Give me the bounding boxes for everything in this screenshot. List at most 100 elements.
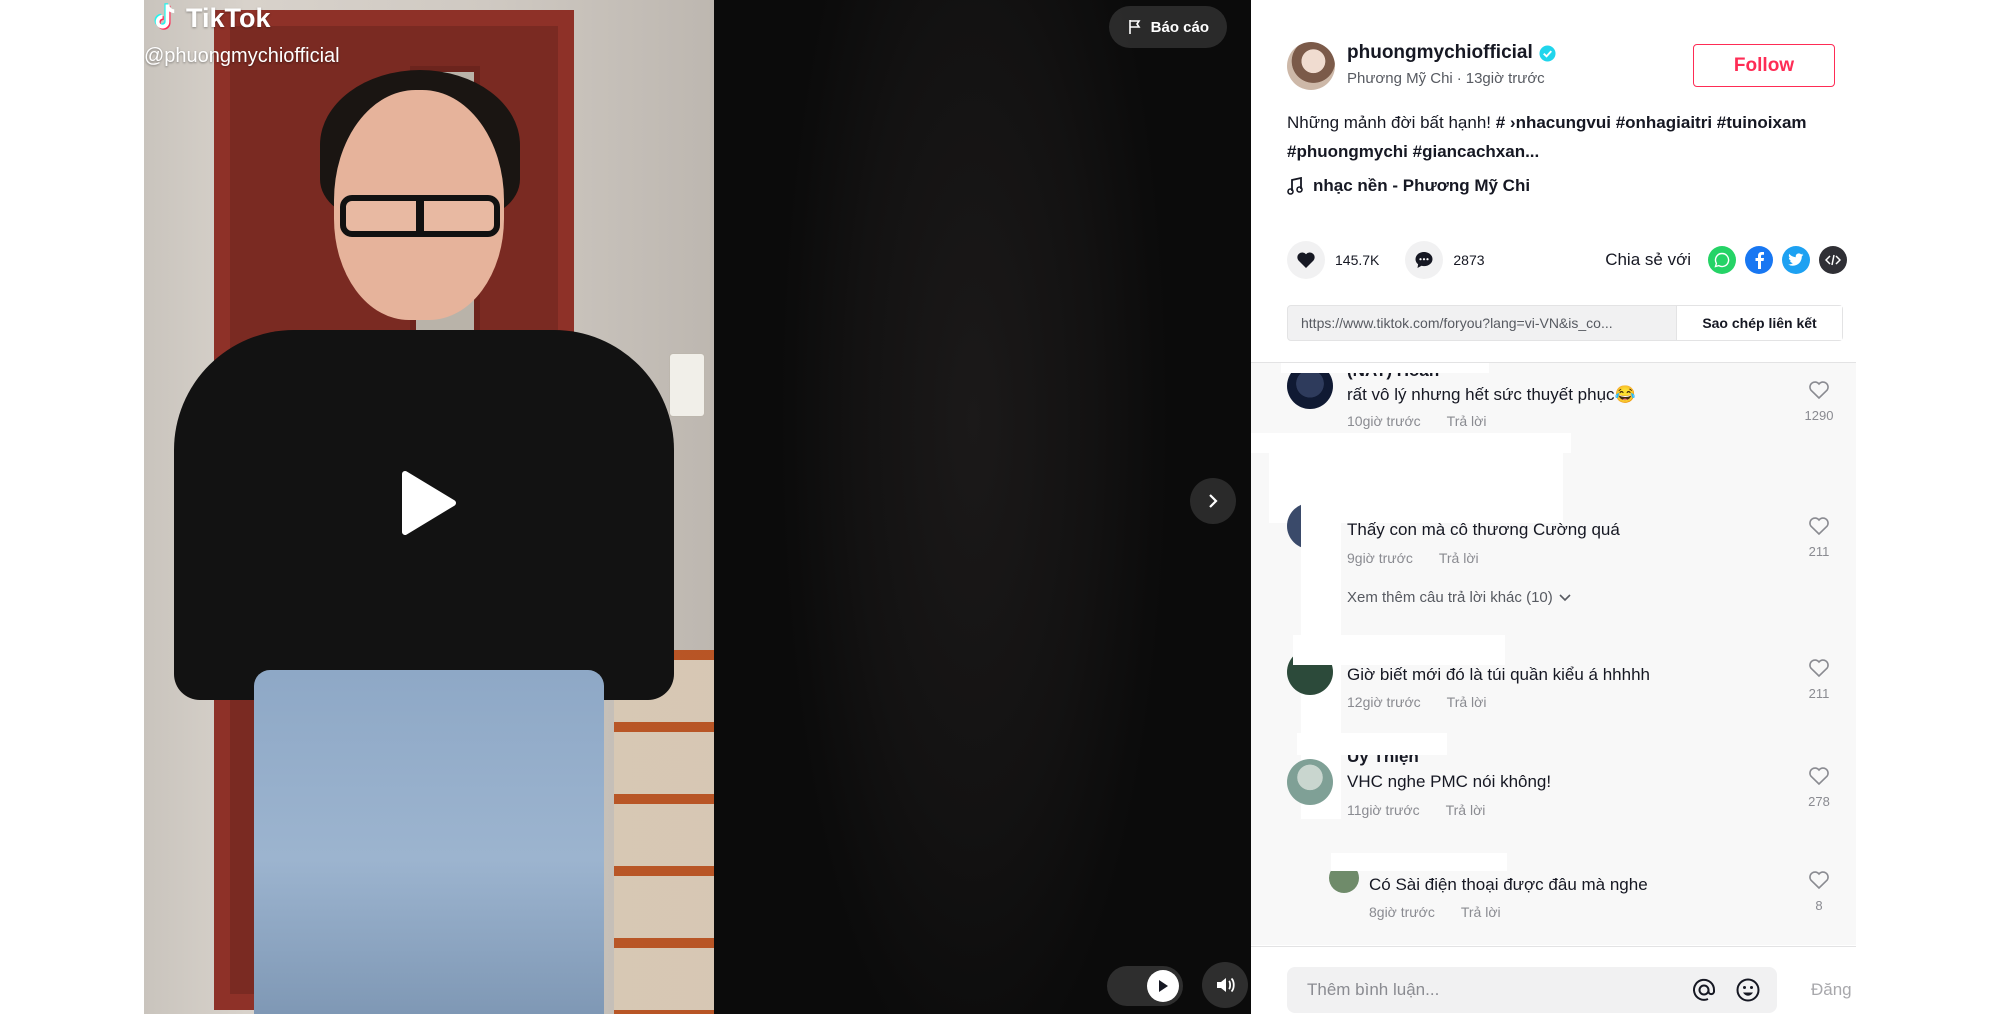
post-comment-button[interactable]: Đăng (1811, 980, 1852, 1000)
author-display-name: Phương Mỹ Chi (1347, 70, 1453, 87)
reply-button[interactable]: Trả lời (1447, 413, 1487, 429)
volume-button[interactable] (1202, 962, 1248, 1008)
comment-meta: 9giờ trước Trả lời (1347, 550, 1479, 566)
share-label: Chia sẻ với (1605, 250, 1691, 269)
view-more-replies[interactable]: Xem thêm câu trả lời khác (10) (1347, 589, 1571, 606)
comment-time: 10giờ trước (1347, 413, 1421, 429)
comment-button[interactable] (1405, 241, 1444, 279)
hashtag[interactable]: # ›nhacungvui (1496, 113, 1611, 132)
comment-input-box (1287, 967, 1777, 1013)
hashtag[interactable]: #phuongmychi (1287, 142, 1408, 161)
flag-icon (1128, 20, 1141, 34)
person-jeans (254, 670, 604, 1014)
hashtag[interactable]: #onhagiaitri (1616, 113, 1712, 132)
chevron-right-icon (1209, 494, 1218, 508)
comment-text: Thấy con mà cô thương Cường quá (1347, 520, 1620, 539)
autoplay-knob (1147, 970, 1179, 1002)
comment-meta: 10giờ trước Trả lời (1347, 413, 1486, 429)
heart-outline-icon (1809, 767, 1829, 786)
redaction-block (1297, 733, 1447, 755)
autoplay-toggle[interactable] (1107, 966, 1183, 1006)
tiktok-page: TikTok @phuongmychiofficial Báo cáo phuo… (0, 0, 2000, 1014)
share-link-url[interactable]: https://www.tiktok.com/foryou?lang=vi-VN… (1288, 315, 1676, 331)
redaction-block (1331, 853, 1507, 871)
next-video-button[interactable] (1190, 478, 1236, 524)
comment-time: 12giờ trước (1347, 694, 1421, 710)
twitter-share-icon[interactable] (1782, 246, 1810, 274)
music-note-icon (1287, 177, 1303, 195)
reply-button[interactable]: Trả lời (1447, 694, 1487, 710)
follow-button[interactable]: Follow (1693, 44, 1835, 87)
heart-outline-icon (1809, 517, 1829, 536)
verified-badge-icon (1539, 44, 1556, 62)
redaction-block (1281, 363, 1489, 373)
report-button[interactable]: Báo cáo (1108, 6, 1227, 48)
whatsapp-share-icon[interactable] (1708, 246, 1736, 274)
caption-text: Những mảnh đời bất hạnh! (1287, 113, 1491, 132)
report-label: Báo cáo (1150, 18, 1209, 36)
video-player[interactable]: TikTok @phuongmychiofficial Báo cáo (144, 0, 1251, 1014)
comment-item: Thấy con mà cô thương Cường quá 9giờ trư… (1287, 503, 1847, 623)
music-link[interactable]: nhạc nền - Phương Mỹ Chi (1287, 176, 1530, 196)
facebook-share-icon[interactable] (1745, 246, 1773, 274)
person-glasses (340, 195, 500, 237)
copy-link-button[interactable]: Sao chép liên kết (1676, 306, 1842, 340)
reply-button[interactable]: Trả lời (1446, 802, 1486, 818)
author-header: phuongmychiofficial Phương Mỹ Chi · 13gi… (1287, 40, 1847, 100)
like-button[interactable] (1287, 241, 1325, 279)
comment-item: Uy Thiện VHC nghe PMC nói không! 11giờ t… (1287, 747, 1847, 843)
comment-text: VHC nghe PMC nói không! (1347, 772, 1552, 791)
comment-text: rất vô lý nhưng hết sức thuyết phục😂 (1347, 385, 1636, 404)
comment-like-button[interactable]: 278 (1799, 765, 1839, 809)
tiktok-logo-text: TikTok (186, 2, 271, 33)
comment-like-button[interactable]: 211 (1799, 657, 1839, 701)
video-frame[interactable]: TikTok @phuongmychiofficial (144, 0, 714, 1014)
comment-like-count: 1290 (1804, 408, 1834, 423)
light-switch (670, 354, 704, 416)
comment-time: 9giờ trước (1347, 550, 1413, 566)
stats-row: 145.7K 2873 Chia sẻ với (1287, 240, 1847, 280)
comment-like-count: 211 (1808, 686, 1830, 701)
play-icon (1159, 980, 1168, 992)
comment-like-button[interactable]: 211 (1799, 515, 1839, 559)
commenter-avatar[interactable] (1287, 759, 1333, 805)
comment-bar: Đăng (1251, 946, 1856, 1014)
comment-text: Giờ biết mới đó là túi quần kiểu á hhhhh (1347, 665, 1650, 684)
comments-list[interactable]: (NAT) Hoàn rất vô lý nhưng hết sức thuyế… (1251, 363, 1856, 945)
comment-item: (NAT) Hoàn rất vô lý nhưng hết sức thuyế… (1287, 363, 1847, 435)
hashtag[interactable]: #giancachxan... (1413, 142, 1540, 161)
emoji-icon (1736, 978, 1760, 1002)
emoji-button[interactable] (1733, 975, 1763, 1005)
video-caption: Những mảnh đời bất hạnh! # ›nhacungvui #… (1287, 108, 1847, 166)
reply-like-button[interactable]: 8 (1799, 869, 1839, 913)
author-username[interactable]: phuongmychiofficial (1347, 42, 1533, 64)
tiktok-logo-icon (154, 3, 175, 30)
comment-time: 11giờ trước (1347, 802, 1420, 818)
embed-code-icon[interactable] (1819, 246, 1847, 274)
volume-icon (1217, 977, 1235, 993)
subline-separator: · (1456, 70, 1462, 87)
chevron-down-icon (1559, 593, 1571, 601)
reply-text: Có Sài điện thoại được đâu mà nghe (1369, 875, 1648, 894)
reply-button[interactable]: Trả lời (1439, 550, 1479, 566)
hashtag[interactable]: #tuinoixam (1717, 113, 1807, 132)
share-link-row: https://www.tiktok.com/foryou?lang=vi-VN… (1287, 305, 1843, 341)
comment-input[interactable] (1307, 980, 1675, 1000)
post-time: 13giờ trước (1465, 70, 1545, 87)
reply-button[interactable]: Trả lời (1461, 904, 1501, 920)
author-username-row: phuongmychiofficial (1347, 42, 1556, 64)
like-count: 145.7K (1335, 252, 1380, 268)
music-label: nhạc nền - Phương Mỹ Chi (1313, 176, 1531, 195)
tiktok-logo: TikTok (150, 2, 271, 34)
reply-like-count: 8 (1815, 898, 1823, 913)
reply-meta: 8giờ trước Trả lời (1369, 904, 1501, 920)
author-avatar[interactable] (1287, 42, 1335, 90)
comment-like-count: 278 (1808, 794, 1830, 809)
at-sign-icon (1693, 978, 1716, 1001)
reply-time: 8giờ trước (1369, 904, 1435, 920)
video-watermark-handle: @phuongmychiofficial (144, 45, 340, 67)
play-icon[interactable] (399, 470, 457, 536)
mention-button[interactable] (1689, 975, 1719, 1005)
comment-like-button[interactable]: 1290 (1799, 379, 1839, 423)
comment-meta: 12giờ trước Trả lời (1347, 694, 1486, 710)
